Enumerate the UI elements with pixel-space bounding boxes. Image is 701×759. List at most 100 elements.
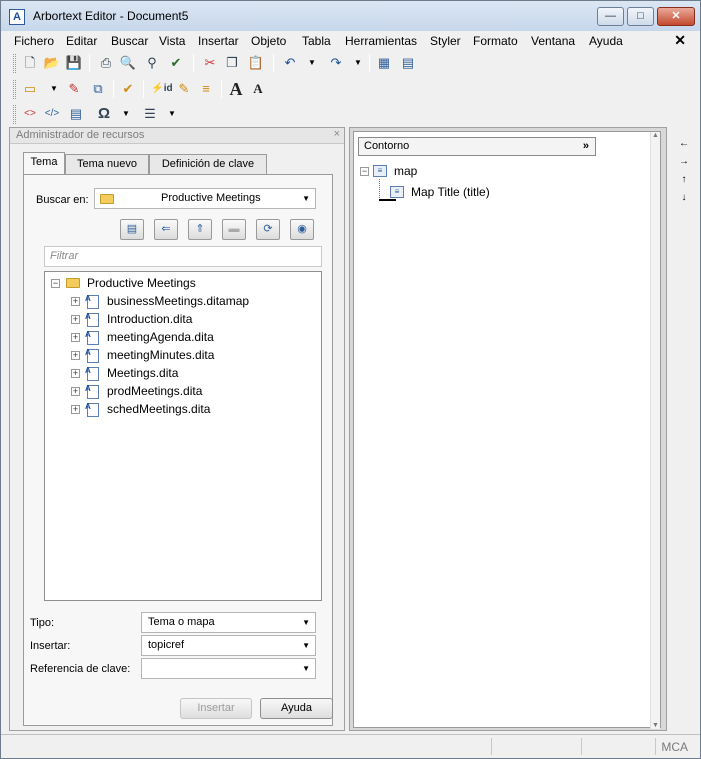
expand-icon[interactable]: + [71, 351, 80, 360]
menu-vista[interactable]: Vista [159, 34, 185, 48]
scroll-up-icon[interactable]: ▲ [652, 132, 659, 139]
outline-pane[interactable]: Contorno » − ≡ map ≡ Map Title (title) ▲… [353, 131, 661, 729]
menu-editar[interactable]: Editar [66, 34, 97, 48]
change-markup-icon[interactable]: ✎ [65, 80, 83, 98]
title-bar[interactable]: A Arbortext Editor - Document5 — □ ✕ [1, 1, 700, 31]
cut-icon[interactable]: ✂ [201, 54, 219, 72]
expand-icon[interactable]: + [71, 405, 80, 414]
undo-icon[interactable]: ↶ [281, 54, 299, 72]
arrow-up-icon[interactable]: ↑ [677, 173, 691, 187]
web-browse-icon[interactable]: ◉ [290, 219, 314, 240]
tree-item[interactable]: + businessMeetings.ditamap [71, 290, 311, 310]
toolbar-grip[interactable] [13, 80, 16, 99]
special-character-dropdown-icon[interactable]: ▼ [121, 105, 131, 123]
expand-icon[interactable]: + [71, 387, 80, 396]
tree-item[interactable]: + Introduction.dita [71, 308, 311, 328]
resource-tree[interactable]: − Productive Meetings + businessMeetings… [44, 271, 322, 601]
print-icon[interactable]: ⎙ [97, 54, 115, 72]
toolbar-grip[interactable] [13, 54, 16, 73]
paste-icon[interactable]: 📋 [247, 54, 265, 72]
view-list-icon[interactable]: ▤ [120, 219, 144, 240]
menu-bar: Fichero Editar Buscar Vista Insertar Obj… [1, 31, 700, 51]
new-document-icon[interactable]: 🗋 [21, 54, 39, 72]
filter-input[interactable]: Filtrar [44, 246, 322, 267]
close-button[interactable]: ✕ [657, 7, 695, 26]
menu-buscar[interactable]: Buscar [111, 34, 148, 48]
tab-tema[interactable]: Tema [23, 152, 65, 174]
menu-formato[interactable]: Formato [473, 34, 518, 48]
tree-item[interactable]: + schedMeetings.dita [71, 398, 311, 418]
arrow-left-icon[interactable]: ← [677, 137, 691, 151]
insert-markup-dropdown-icon[interactable]: ▼ [49, 80, 59, 98]
format-icon[interactable]: ≡ [197, 80, 215, 98]
copy-icon[interactable]: ❐ [223, 54, 241, 72]
insert-markup-icon[interactable]: ▭ [21, 80, 39, 98]
find-icon[interactable]: ⚲ [143, 54, 161, 72]
minimize-button[interactable]: — [597, 7, 624, 26]
links-toolbar: <> </> ▤ Ω ▼ ☰ ▼ [1, 102, 700, 127]
expand-icon[interactable]: + [71, 333, 80, 342]
save-icon[interactable]: 💾 [65, 54, 83, 72]
tipo-select[interactable]: Tema o mapa ▼ [141, 612, 316, 633]
split-icon[interactable]: ⧉ [89, 80, 107, 98]
menu-ventana[interactable]: Ventana [531, 34, 575, 48]
undo-dropdown-icon[interactable]: ▼ [307, 54, 317, 72]
menu-ayuda[interactable]: Ayuda [589, 34, 623, 48]
expand-icon[interactable]: + [71, 369, 80, 378]
insertar-select[interactable]: topicref ▼ [141, 635, 316, 656]
insert-button[interactable]: Insertar [180, 698, 252, 719]
new-folder-icon[interactable]: ▬ [222, 219, 246, 240]
list-format-icon[interactable]: ☰ [141, 105, 159, 123]
open-icon[interactable]: 📂 [43, 54, 61, 72]
spell-check-icon[interactable]: ✔ [167, 54, 185, 72]
tree-item[interactable]: + meetingAgenda.dita [71, 326, 311, 346]
collapse-icon[interactable]: − [51, 279, 60, 288]
print-preview-icon[interactable]: 🔍 [119, 54, 137, 72]
tree-item[interactable]: + meetingMinutes.dita [71, 344, 311, 364]
outline-view-icon[interactable]: ▤ [399, 54, 417, 72]
arrow-right-icon[interactable]: → [677, 155, 691, 169]
collapse-icon[interactable]: − [360, 167, 369, 176]
referencia-select[interactable]: ▼ [141, 658, 316, 679]
redo-dropdown-icon[interactable]: ▼ [353, 54, 363, 72]
xref-icon[interactable]: <> [21, 105, 39, 123]
redo-icon[interactable]: ↷ [327, 54, 345, 72]
search-location-select[interactable]: Productive Meetings ▼ [94, 188, 316, 209]
modify-attributes-icon[interactable]: ✎ [175, 80, 193, 98]
panel-close-icon[interactable]: × [334, 128, 340, 140]
insert-link-icon[interactable]: </> [43, 105, 61, 123]
increase-font-icon[interactable]: A [227, 80, 245, 98]
tree-item[interactable]: + Meetings.dita [71, 362, 311, 382]
chevron-right-icon[interactable]: » [583, 138, 589, 155]
tab-definicion-de-clave[interactable]: Definición de clave [149, 154, 267, 174]
menu-herramientas[interactable]: Herramientas [345, 34, 417, 48]
tab-tema-nuevo[interactable]: Tema nuevo [65, 154, 149, 174]
expand-icon[interactable]: + [71, 297, 80, 306]
menu-styler[interactable]: Styler [430, 34, 461, 48]
menu-objeto[interactable]: Objeto [251, 34, 286, 48]
maximize-button[interactable]: □ [627, 7, 654, 26]
menu-tabla[interactable]: Tabla [302, 34, 331, 48]
table-icon[interactable]: ▦ [375, 54, 393, 72]
help-button[interactable]: Ayuda [260, 698, 333, 719]
document-close-icon[interactable]: ✕ [674, 32, 686, 49]
special-character-icon[interactable]: Ω [95, 105, 113, 123]
insert-resource-icon[interactable]: ▤ [67, 105, 85, 123]
tree-item[interactable]: + prodMeetings.dita [71, 380, 311, 400]
scroll-down-icon[interactable]: ▼ [652, 722, 659, 729]
list-format-dropdown-icon[interactable]: ▼ [167, 105, 177, 123]
outline-child-item[interactable]: ≡ Map Title (title) [390, 184, 590, 201]
refresh-icon[interactable]: ⟳ [256, 219, 280, 240]
outline-scrollbar[interactable]: ▲ ▼ [650, 132, 660, 729]
up-folder-icon[interactable]: ⇑ [188, 219, 212, 240]
back-icon[interactable]: ⇐ [154, 219, 178, 240]
outline-root-item[interactable]: − ≡ map [360, 163, 560, 180]
check-completeness-icon[interactable]: ✔ [119, 80, 137, 98]
decrease-font-icon[interactable]: A [249, 80, 267, 98]
arrow-down-icon[interactable]: ↓ [677, 191, 691, 205]
expand-icon[interactable]: + [71, 315, 80, 324]
menu-fichero[interactable]: Fichero [14, 34, 54, 48]
menu-insertar[interactable]: Insertar [198, 34, 239, 48]
toolbar-grip[interactable] [13, 105, 16, 124]
insert-id-icon[interactable]: ⚡id [151, 80, 173, 98]
